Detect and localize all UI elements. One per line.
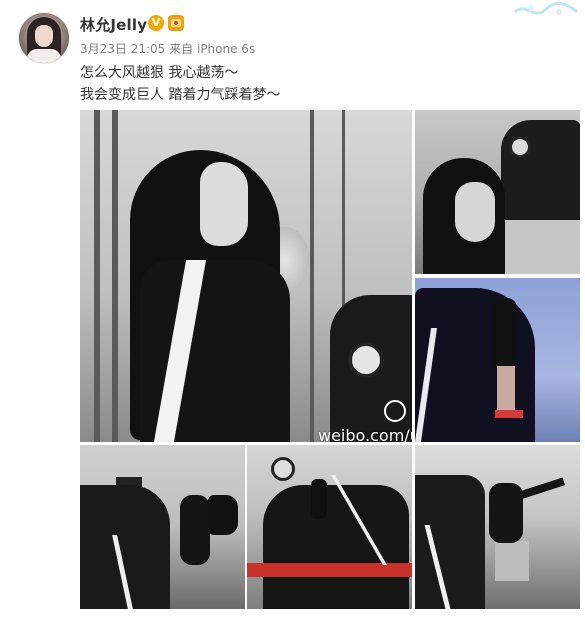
photo-watermark: weibo.com/u/ [318, 426, 412, 442]
post-timestamp[interactable]: 3月23日 21:05 [80, 42, 165, 56]
post-content: 怎么大风越狠 我心越荡～ 我会变成巨人 踏着力气踩着梦～ [80, 62, 560, 106]
post-text-line: 怎么大风越狠 我心越荡～ [80, 65, 239, 81]
photo-figure-hair [208, 495, 238, 535]
username-link[interactable]: 林允Jelly [80, 14, 147, 35]
photo-train [501, 120, 580, 230]
avatar-shirt [27, 49, 61, 63]
post-meta: 3月23日 21:05 来自 iPhone 6s [80, 40, 255, 57]
photo-train-lamp [348, 342, 384, 378]
decor-dot [556, 9, 562, 15]
photo-bottom-2[interactable] [247, 445, 412, 609]
photo-figure [493, 298, 517, 368]
photo-figure-legs [495, 541, 529, 581]
photo-train [415, 288, 535, 442]
photo-figure-face [200, 162, 248, 246]
photo-top-right-1[interactable] [415, 110, 580, 274]
photo-train-lamp [271, 457, 295, 481]
photo-figure-arm [514, 477, 566, 501]
photo-train-lamp [509, 136, 531, 158]
photo-train [415, 475, 485, 609]
user-avatar[interactable] [18, 12, 70, 64]
photo-main[interactable]: weibo.com/u/ [80, 110, 412, 442]
photo-train-red-band [247, 563, 412, 577]
photo-figure-shoes [495, 410, 523, 418]
weibo-post-card: 林允Jelly V 3月23日 21:05 来自 iPhone 6s 怎么大风越… [0, 0, 585, 619]
verified-v-icon[interactable]: V [148, 15, 164, 31]
photo-figure-legs [497, 366, 515, 412]
post-source-prefix: 来自 [169, 42, 194, 56]
member-crown-icon[interactable] [168, 15, 184, 31]
photo-ground [505, 220, 580, 274]
photo-bottom-1[interactable] [80, 445, 245, 609]
post-text-line: 我会变成巨人 踏着力气踩着梦～ [80, 87, 281, 103]
weibo-eye-icon [384, 400, 406, 422]
avatar-face [35, 25, 53, 47]
decor-swoosh [513, 2, 578, 15]
photo-bottom-3[interactable] [415, 445, 580, 609]
photo-top-right-2[interactable] [415, 278, 580, 442]
photo-figure [311, 479, 327, 519]
decorative-corner-icon [513, 2, 578, 15]
decor-dot [528, 5, 534, 11]
photo-train [263, 485, 409, 609]
photo-tree-trunk [342, 110, 345, 310]
photo-figure [180, 495, 210, 565]
photo-tree-trunk [112, 110, 118, 442]
post-device: iPhone 6s [196, 42, 256, 56]
photo-tree-trunk [310, 110, 314, 442]
photo-figure-face [455, 182, 495, 242]
photo-tree-trunk [94, 110, 100, 442]
